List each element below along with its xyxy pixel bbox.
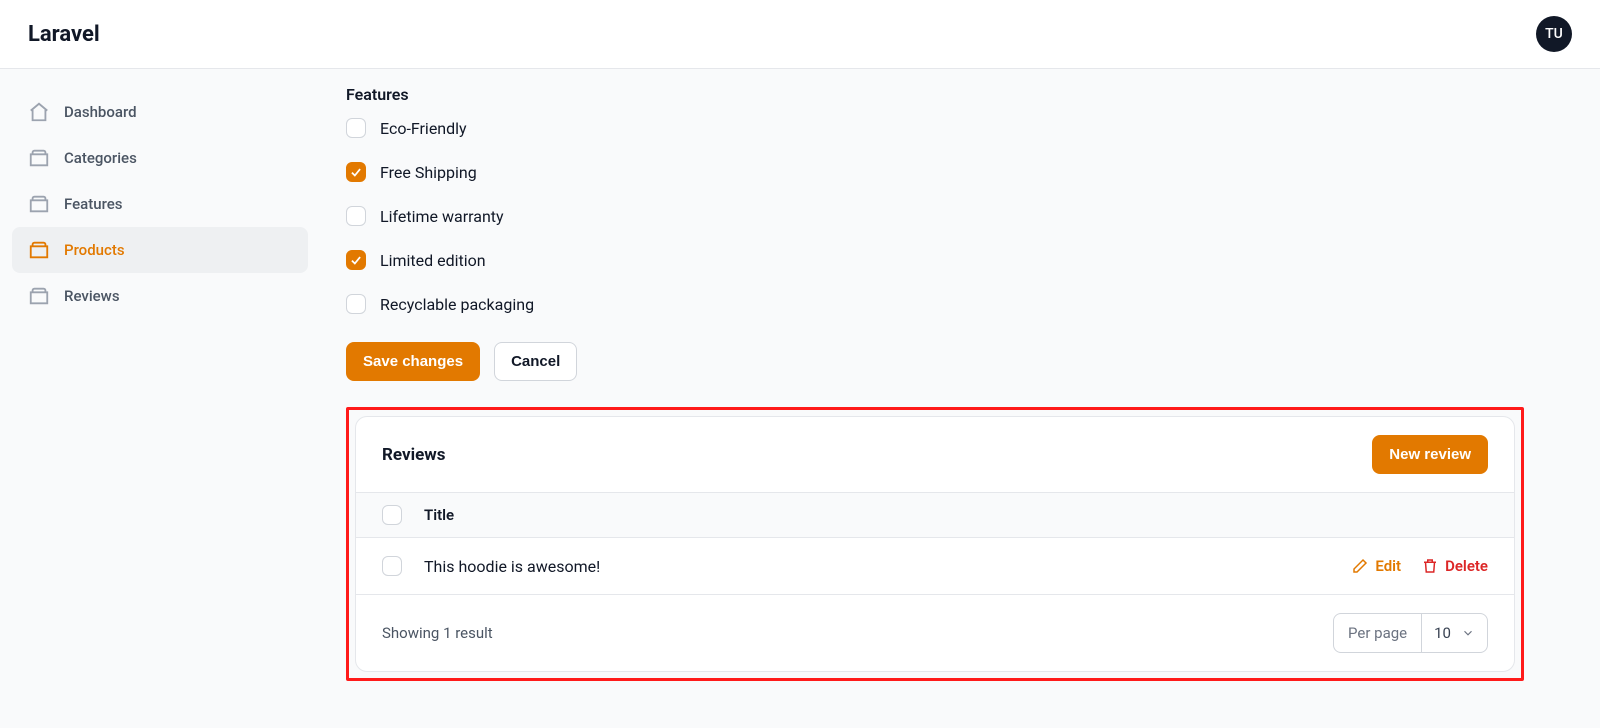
app-header: Laravel TU [0,0,1600,69]
checkbox-icon[interactable] [346,206,366,226]
checkbox-icon[interactable] [346,118,366,138]
feature-limited-edition[interactable]: Limited edition [346,250,1524,270]
sidebar-item-reviews[interactable]: Reviews [12,273,308,319]
row-checkbox[interactable] [382,556,402,576]
box-icon [28,147,50,169]
sidebar-item-label: Products [64,241,125,259]
reviews-panel: Reviews New review Title This hoodie is … [355,416,1515,672]
features-list: Eco-Friendly Free Shipping Lifetime warr… [346,118,1524,314]
reviews-panel-header: Reviews New review [356,417,1514,492]
save-button[interactable]: Save changes [346,342,480,381]
per-page-group: Per page 10 [1333,613,1488,653]
checkbox-icon[interactable] [346,294,366,314]
review-row: This hoodie is awesome! Edit Delete [356,538,1514,595]
feature-free-shipping[interactable]: Free Shipping [346,162,1524,182]
feature-lifetime-warranty[interactable]: Lifetime warranty [346,206,1524,226]
sidebar-item-dashboard[interactable]: Dashboard [12,89,308,135]
sidebar-item-label: Features [64,195,122,213]
per-page-label: Per page [1334,614,1422,652]
home-icon [28,101,50,123]
main-content: Features Eco-Friendly Free Shipping Life… [320,69,1550,728]
delete-label: Delete [1445,557,1488,575]
sidebar: Dashboard Categories Features Products R… [0,69,320,728]
sidebar-item-label: Dashboard [64,103,137,121]
feature-label: Lifetime warranty [380,207,504,226]
showing-results: Showing 1 result [382,624,1333,642]
reviews-title: Reviews [382,445,445,465]
select-all-checkbox[interactable] [382,505,402,525]
review-title: This hoodie is awesome! [424,557,1329,576]
checkbox-icon[interactable] [346,250,366,270]
per-page-value: 10 [1434,624,1451,642]
box-icon [28,193,50,215]
reviews-highlight: Reviews New review Title This hoodie is … [346,407,1524,681]
feature-label: Free Shipping [380,163,477,182]
feature-label: Recyclable packaging [380,295,534,314]
feature-label: Eco-Friendly [380,119,467,138]
box-icon [28,285,50,307]
edit-review-link[interactable]: Edit [1351,557,1401,575]
delete-review-link[interactable]: Delete [1421,557,1488,575]
sidebar-item-products[interactable]: Products [12,227,308,273]
box-icon [28,239,50,261]
reviews-table-header: Title [356,492,1514,538]
trash-icon [1421,557,1439,575]
checkbox-icon[interactable] [346,162,366,182]
cancel-button[interactable]: Cancel [494,342,577,381]
column-title: Title [424,506,454,524]
per-page-select[interactable]: 10 [1422,614,1487,652]
sidebar-item-features[interactable]: Features [12,181,308,227]
sidebar-item-categories[interactable]: Categories [12,135,308,181]
user-avatar[interactable]: TU [1536,16,1572,52]
feature-eco-friendly[interactable]: Eco-Friendly [346,118,1524,138]
brand-logo[interactable]: Laravel [28,22,100,47]
layout: Dashboard Categories Features Products R… [0,69,1600,728]
chevron-down-icon [1461,626,1475,640]
reviews-panel-footer: Showing 1 result Per page 10 [356,595,1514,671]
row-actions: Edit Delete [1351,557,1488,575]
sidebar-item-label: Categories [64,149,137,167]
form-actions: Save changes Cancel [346,342,1524,381]
feature-label: Limited edition [380,251,486,270]
edit-label: Edit [1375,557,1401,575]
sidebar-item-label: Reviews [64,287,120,305]
edit-icon [1351,557,1369,575]
new-review-button[interactable]: New review [1372,435,1488,474]
feature-recyclable-packaging[interactable]: Recyclable packaging [346,294,1524,314]
features-heading: Features [346,85,1524,104]
